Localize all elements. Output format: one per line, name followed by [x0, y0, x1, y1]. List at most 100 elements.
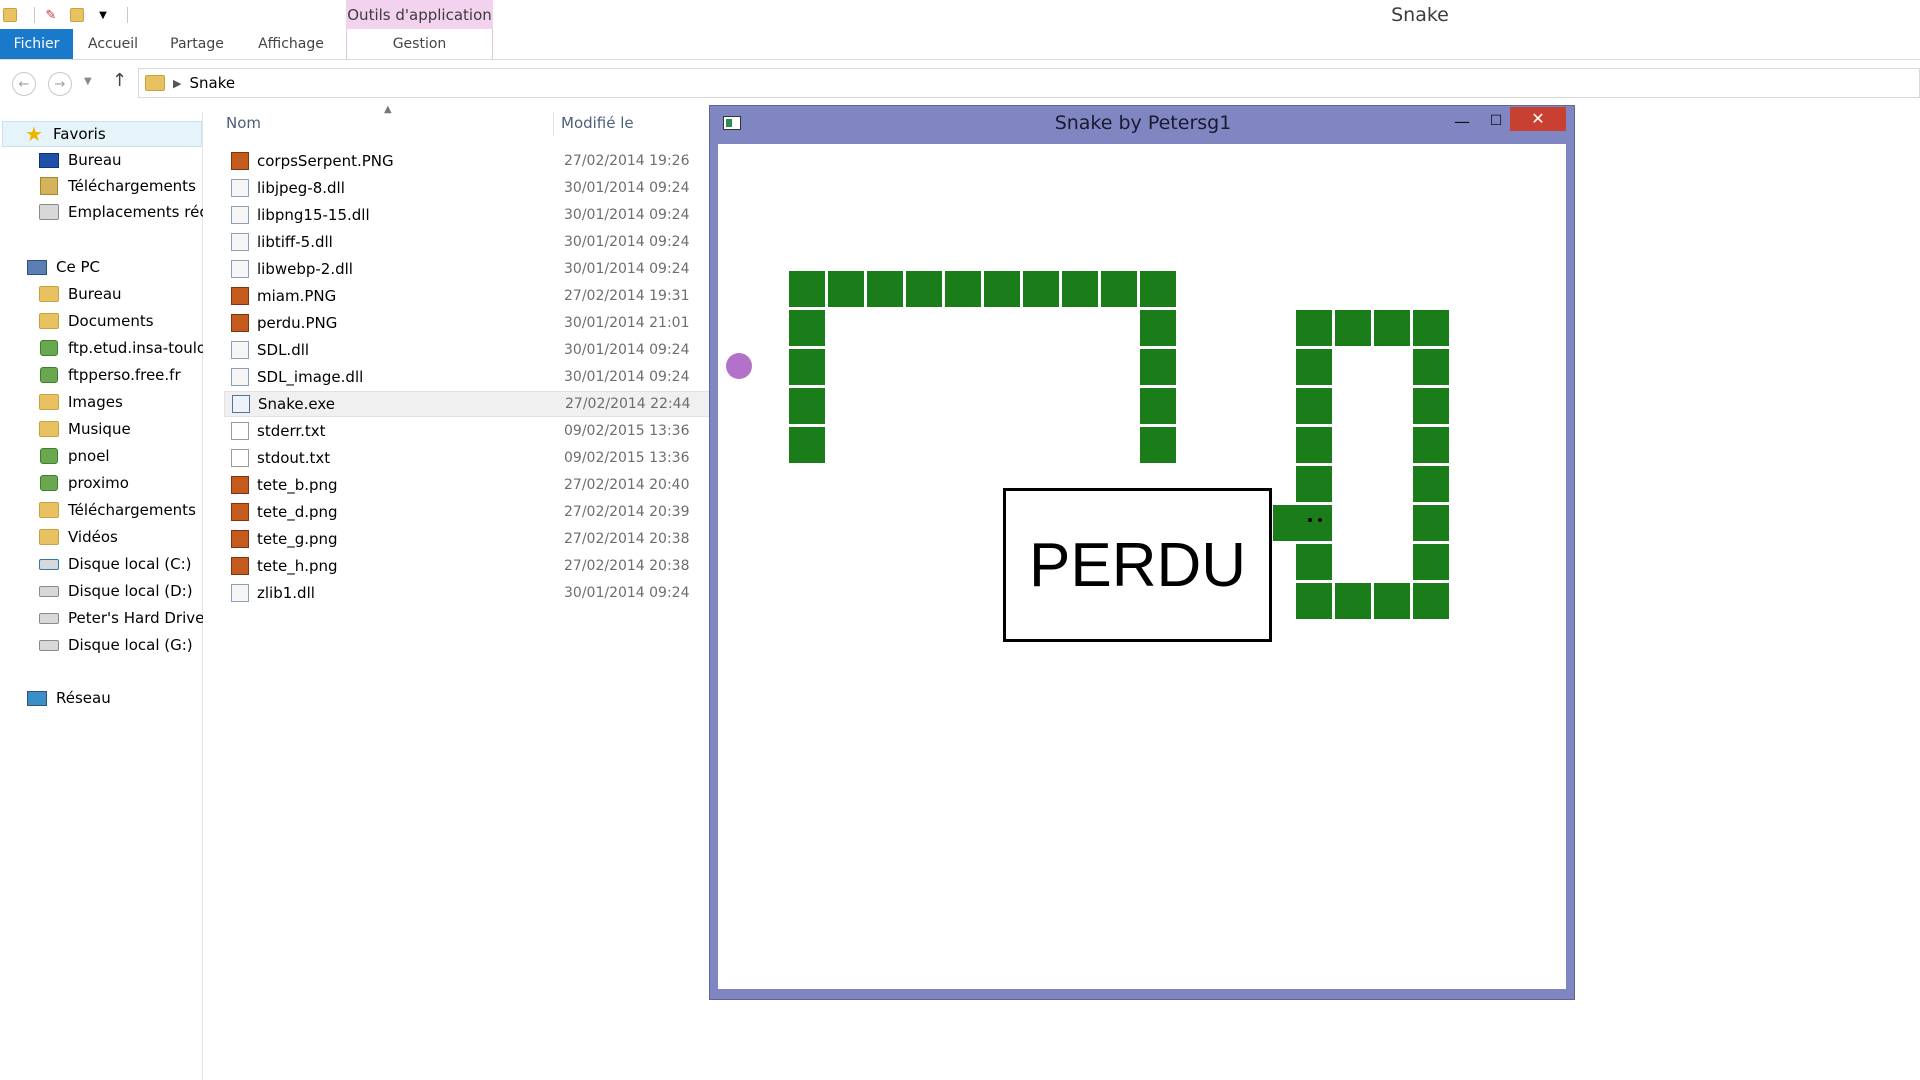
- snake-segment: [789, 427, 825, 463]
- nav-item-telechargements-pc[interactable]: Téléchargements: [38, 497, 203, 523]
- file-row[interactable]: libwebp-2.dll 30/01/2014 09:24: [224, 256, 710, 282]
- nav-item-proximo[interactable]: proximo: [38, 470, 203, 496]
- customize-chevron-icon[interactable]: ▼: [93, 5, 113, 25]
- file-row[interactable]: zlib1.dll 30/01/2014 09:24: [224, 580, 710, 606]
- file-name: tete_d.png: [257, 503, 338, 521]
- nav-item-images[interactable]: Images: [38, 389, 203, 415]
- column-header-name[interactable]: Nom: [226, 114, 261, 132]
- file-row[interactable]: stdout.txt 09/02/2015 13:36: [224, 445, 710, 471]
- nav-item-disk-c[interactable]: Disque local (C:): [38, 551, 203, 577]
- file-row[interactable]: libpng15-15.dll 30/01/2014 09:24: [224, 202, 710, 228]
- forward-button[interactable]: →: [48, 72, 72, 96]
- up-arrow-icon[interactable]: ↑: [112, 70, 127, 91]
- nav-label: Documents: [68, 312, 154, 330]
- file-name: tete_g.png: [257, 530, 338, 548]
- star-icon: ★: [25, 122, 43, 146]
- nav-item-disk-d[interactable]: Disque local (D:): [38, 578, 203, 604]
- nav-label: ftp.etud.insa-toulou: [68, 339, 203, 357]
- tab-gestion[interactable]: Gestion: [346, 29, 493, 59]
- network-location-icon: [38, 473, 60, 493]
- folder-icon[interactable]: [0, 5, 20, 25]
- png-file-icon: [231, 503, 249, 521]
- chevron-right-icon[interactable]: ▶: [173, 77, 181, 90]
- quick-access-toolbar: ✎ ▼: [0, 3, 128, 27]
- nav-item-telechargements[interactable]: Téléchargements: [38, 173, 203, 199]
- nav-label: Réseau: [56, 689, 111, 707]
- file-name: libtiff-5.dll: [257, 233, 333, 251]
- game-over-banner: PERDU: [1003, 488, 1272, 642]
- folder-icon: [38, 500, 60, 520]
- minimize-button[interactable]: —: [1448, 110, 1476, 134]
- file-name: stdout.txt: [257, 449, 331, 467]
- file-row[interactable]: libjpeg-8.dll 30/01/2014 09:24: [224, 175, 710, 201]
- nav-label: Images: [68, 393, 123, 411]
- qat-separator: [127, 7, 128, 23]
- network-icon: [26, 688, 48, 708]
- arrow-left-icon: ←: [18, 76, 30, 92]
- nav-item-pnoel[interactable]: pnoel: [38, 443, 203, 469]
- snake-segment: [1062, 271, 1098, 307]
- snake-segment: [789, 310, 825, 346]
- tab-fichier[interactable]: Fichier: [0, 29, 73, 59]
- food-item: [726, 353, 752, 379]
- snake-segment: [867, 271, 903, 307]
- drive-icon: [38, 608, 60, 628]
- snake-segment: [984, 271, 1020, 307]
- nav-item-disk-f[interactable]: Peter's Hard Drive (F: [38, 605, 203, 631]
- nav-favoris[interactable]: ★ Favoris: [2, 121, 202, 147]
- properties-icon[interactable]: ✎: [41, 5, 61, 25]
- tab-affichage[interactable]: Affichage: [241, 29, 341, 59]
- breadcrumb-snake[interactable]: Snake: [189, 74, 235, 92]
- snake-segment: [1023, 271, 1059, 307]
- dll-file-icon: [231, 341, 249, 359]
- game-canvas[interactable]: PERDU: [718, 144, 1566, 989]
- file-name: SDL_image.dll: [257, 368, 364, 386]
- snake-segment: [1413, 505, 1449, 541]
- tab-partage[interactable]: Partage: [153, 29, 241, 59]
- nav-item-bureau[interactable]: Bureau: [38, 147, 203, 173]
- snake-segment: [1296, 388, 1332, 424]
- file-row[interactable]: miam.PNG 27/02/2014 19:31: [224, 283, 710, 309]
- nav-item-disk-g[interactable]: Disque local (G:): [38, 632, 203, 658]
- maximize-button[interactable]: ☐: [1482, 110, 1510, 134]
- snake-segment: [789, 271, 825, 307]
- file-row[interactable]: perdu.PNG 30/01/2014 21:01: [224, 310, 710, 336]
- file-name: tete_h.png: [257, 557, 338, 575]
- nav-ce-pc[interactable]: Ce PC: [26, 254, 203, 280]
- snake-segment: [1374, 583, 1410, 619]
- file-row[interactable]: SDL.dll 30/01/2014 09:24: [224, 337, 710, 363]
- drive-icon: [38, 581, 60, 601]
- png-file-icon: [231, 476, 249, 494]
- nav-item-emplacements-recents[interactable]: Emplacements récen: [38, 199, 203, 225]
- file-row[interactable]: stderr.txt 09/02/2015 13:36: [224, 418, 710, 444]
- file-date: 30/01/2014 09:24: [564, 207, 690, 223]
- file-date: 30/01/2014 09:24: [564, 234, 690, 250]
- column-divider[interactable]: [553, 112, 554, 136]
- file-row[interactable]: tete_d.png 27/02/2014 20:39: [224, 499, 710, 525]
- file-row[interactable]: libtiff-5.dll 30/01/2014 09:24: [224, 229, 710, 255]
- address-field[interactable]: ▶ Snake: [138, 68, 1920, 98]
- snake-segment: [1140, 427, 1176, 463]
- file-row[interactable]: corpsSerpent.PNG 27/02/2014 19:26: [224, 148, 710, 174]
- file-row[interactable]: tete_b.png 27/02/2014 20:40: [224, 472, 710, 498]
- file-row[interactable]: tete_h.png 27/02/2014 20:38: [224, 553, 710, 579]
- nav-item-ftpperso[interactable]: ftpperso.free.fr: [38, 362, 203, 388]
- snake-titlebar[interactable]: Snake by Petersg1 — ☐ ✕: [710, 106, 1574, 142]
- dll-file-icon: [231, 260, 249, 278]
- tab-accueil[interactable]: Accueil: [73, 29, 153, 59]
- column-header-date[interactable]: Modifié le: [561, 114, 634, 132]
- nav-item-ftp-insa[interactable]: ftp.etud.insa-toulou: [38, 335, 203, 361]
- snake-segment: [1140, 310, 1176, 346]
- nav-item-videos[interactable]: Vidéos: [38, 524, 203, 550]
- file-row[interactable]: Snake.exe 27/02/2014 22:44: [224, 391, 710, 417]
- nav-item-documents[interactable]: Documents: [38, 308, 203, 334]
- new-folder-icon[interactable]: [67, 5, 87, 25]
- nav-reseau[interactable]: Réseau: [26, 685, 203, 711]
- file-row[interactable]: tete_g.png 27/02/2014 20:38: [224, 526, 710, 552]
- close-button[interactable]: ✕: [1510, 107, 1566, 131]
- nav-item-musique[interactable]: Musique: [38, 416, 203, 442]
- file-row[interactable]: SDL_image.dll 30/01/2014 09:24: [224, 364, 710, 390]
- nav-item-bureau-pc[interactable]: Bureau: [38, 281, 203, 307]
- recent-locations-chevron-icon[interactable]: ▼: [84, 76, 92, 87]
- back-button[interactable]: ←: [12, 72, 36, 96]
